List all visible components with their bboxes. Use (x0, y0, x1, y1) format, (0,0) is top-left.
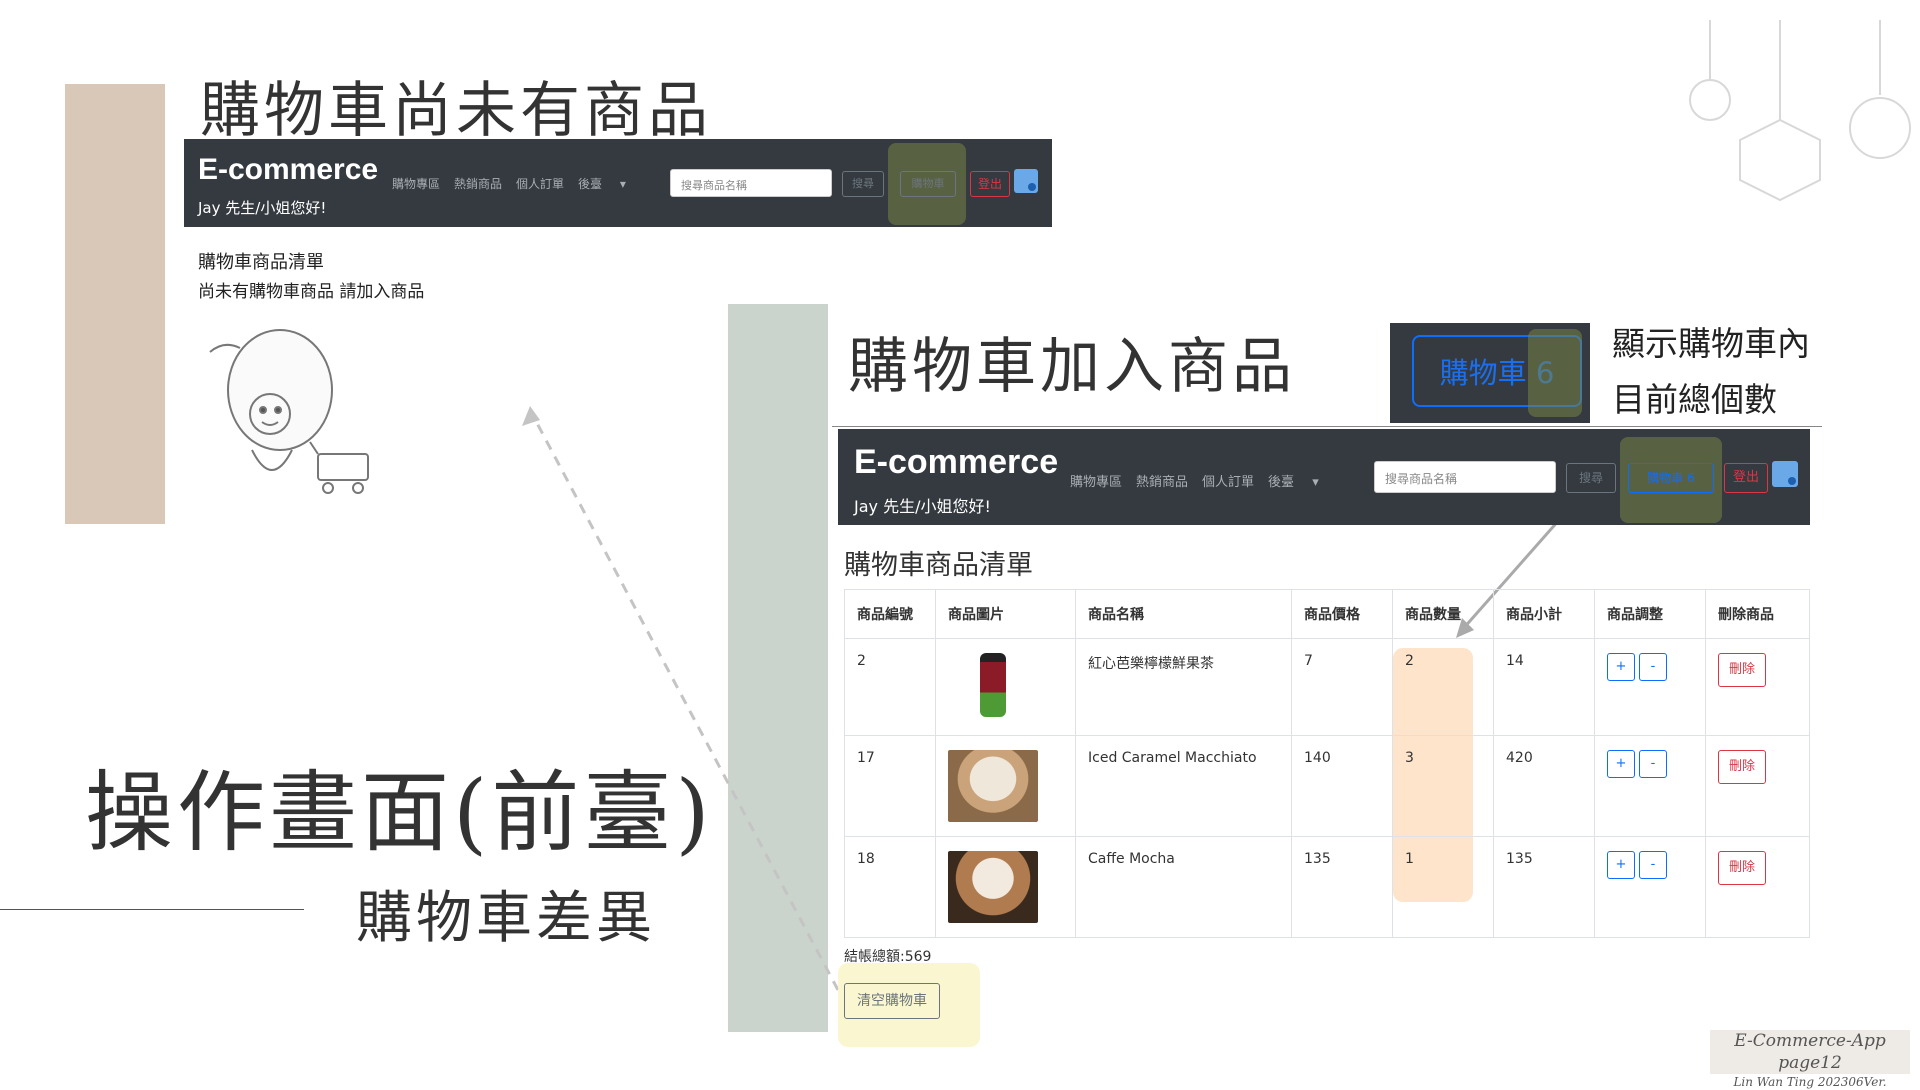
cart-count-callout: 購物車 6 (1390, 323, 1590, 423)
cell-adjust: + - (1594, 638, 1706, 736)
cell-id: 18 (844, 836, 936, 938)
product-image-mocha (948, 851, 1038, 923)
table-row: 17 Iced Caramel Macchiato 140 3 420 + - 刪… (844, 735, 1810, 837)
increase-button[interactable]: + (1607, 750, 1635, 778)
user-avatar-icon[interactable] (1772, 461, 1798, 487)
product-image-bottle (980, 653, 1006, 717)
cell-qty: 2 (1392, 638, 1494, 736)
cell-subtotal: 135 (1493, 836, 1595, 938)
decrease-button[interactable]: - (1639, 653, 1667, 681)
col-header: 商品小計 (1493, 589, 1595, 639)
footer-page-label: E-Commerce-App page12 (1734, 1031, 1886, 1073)
col-header: 商品調整 (1594, 589, 1706, 639)
callout-line-2: 目前總個數 (1612, 380, 1777, 419)
cell-subtotal: 420 (1493, 735, 1595, 837)
cart-list-heading: 購物車商品清單 (844, 550, 1033, 581)
cell-name: Caffe Mocha (1075, 836, 1292, 938)
cell-price: 140 (1291, 735, 1393, 837)
brand-logo[interactable]: E-commerce (854, 443, 1058, 482)
table-header-row: 商品編號 商品圖片 商品名稱 商品價格 商品數量 商品小計 商品調整 刪除商品 (844, 589, 1810, 639)
section-divider (832, 426, 1822, 427)
cell-name: Iced Caramel Macchiato (1075, 735, 1292, 837)
table-row: 2 紅心芭樂檸檬鮮果茶 7 2 14 + - 刪除 (844, 638, 1810, 736)
clear-cart-button[interactable]: 清空購物車 (844, 983, 940, 1019)
nav-link-admin-label: 後臺 (1268, 475, 1295, 490)
cell-delete: 刪除 (1705, 836, 1810, 938)
nav-link-shop[interactable]: 購物專區 (1070, 471, 1122, 490)
increase-button[interactable]: + (1607, 653, 1635, 681)
nav-link-hot[interactable]: 熱銷商品 (1136, 471, 1188, 490)
page-footer: E-Commerce-App page12 Lin Wan Ting 20230… (1710, 1030, 1910, 1089)
logout-button[interactable]: 登出 (1724, 463, 1768, 493)
cart-count-highlight (1528, 329, 1582, 417)
footer-author: Lin Wan Ting 202306Ver. (1733, 1075, 1887, 1089)
col-header: 商品編號 (844, 589, 936, 639)
cell-image (935, 735, 1076, 837)
cell-name: 紅心芭樂檸檬鮮果茶 (1075, 638, 1292, 736)
callout-description: 顯示購物車內 目前總個數 (1612, 316, 1810, 428)
cell-qty: 3 (1392, 735, 1494, 837)
cell-image (935, 638, 1076, 736)
search-input[interactable]: 搜尋商品名稱 (1374, 461, 1556, 493)
cell-adjust: + - (1594, 836, 1706, 938)
caret-down-icon: ▾ (1308, 475, 1319, 490)
delete-button[interactable]: 刪除 (1718, 851, 1766, 885)
delete-button[interactable]: 刪除 (1718, 750, 1766, 784)
cart-table: 商品編號 商品圖片 商品名稱 商品價格 商品數量 商品小計 商品調整 刪除商品 … (844, 589, 1810, 938)
decrease-button[interactable]: - (1639, 750, 1667, 778)
product-image-latte (948, 750, 1038, 822)
col-header: 商品圖片 (935, 589, 1076, 639)
cell-price: 135 (1291, 836, 1393, 938)
cell-image (935, 836, 1076, 938)
col-header: 刪除商品 (1705, 589, 1810, 639)
table-row: 18 Caffe Mocha 135 1 135 + - 刪除 (844, 836, 1810, 938)
col-header: 商品數量 (1392, 589, 1494, 639)
cart-button[interactable]: 購物車 6 (1628, 463, 1714, 493)
callout-line-1: 顯示購物車內 (1612, 324, 1810, 363)
cell-qty: 1 (1392, 836, 1494, 938)
navbar-filled-cart: E-commerce Jay 先生/小姐您好! 購物專區 熱銷商品 個人訂單 後… (838, 429, 1810, 525)
nav-link-admin[interactable]: 後臺 ▾ (1268, 471, 1333, 490)
increase-button[interactable]: + (1607, 851, 1635, 879)
cell-price: 7 (1291, 638, 1393, 736)
cell-adjust: + - (1594, 735, 1706, 837)
search-button[interactable]: 搜尋 (1566, 463, 1616, 493)
cell-subtotal: 14 (1493, 638, 1595, 736)
cell-id: 17 (844, 735, 936, 837)
col-header: 商品名稱 (1075, 589, 1292, 639)
delete-button[interactable]: 刪除 (1718, 653, 1766, 687)
col-header: 商品價格 (1291, 589, 1393, 639)
cell-delete: 刪除 (1705, 735, 1810, 837)
user-greeting: Jay 先生/小姐您好! (854, 497, 991, 516)
nav-link-orders[interactable]: 個人訂單 (1202, 471, 1254, 490)
cell-id: 2 (844, 638, 936, 736)
cell-delete: 刪除 (1705, 638, 1810, 736)
decrease-button[interactable]: - (1639, 851, 1667, 879)
nav-links: 購物專區 熱銷商品 個人訂單 後臺 ▾ (1070, 471, 1347, 490)
